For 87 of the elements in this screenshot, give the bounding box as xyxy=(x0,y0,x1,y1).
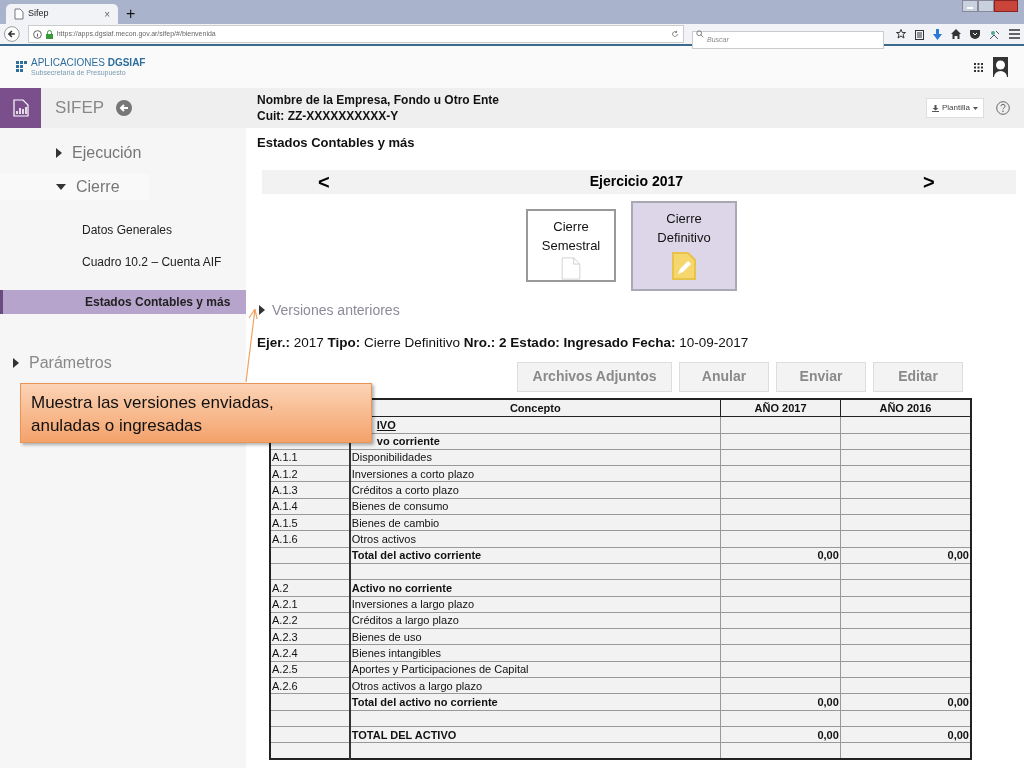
account-concept: Total del activo corriente xyxy=(351,549,482,562)
submenu-item[interactable]: Estados Contables y más xyxy=(0,290,246,314)
collapsed-caret-icon xyxy=(259,305,265,315)
closing-type-card[interactable]: Cierre Semestral xyxy=(526,208,616,282)
amount-value: 0,00 xyxy=(817,695,839,708)
year-label: Ejercicio 2017 xyxy=(589,172,684,191)
app-title: SIFEP xyxy=(55,97,105,120)
account-concept: Inversiones a corto plazo xyxy=(351,467,475,480)
entity-name: Nombre de la Empresa, Fondo u Otro Ente xyxy=(257,92,500,108)
account-concept: Otros activos xyxy=(351,532,416,545)
previous-year-button[interactable]: < xyxy=(318,171,330,192)
expanded-caret-icon xyxy=(56,183,66,191)
next-year-button[interactable]: > xyxy=(923,171,935,192)
account-concept: Créditos a largo plazo xyxy=(351,614,459,627)
account-concept: Bienes de cambio xyxy=(351,516,440,529)
document-icon xyxy=(560,256,582,280)
edit-document-icon xyxy=(671,250,697,281)
callout-note: Muestra las versiones enviadas, anuladas o ingresadas xyxy=(20,383,372,443)
new-tab-button[interactable]: + xyxy=(126,6,136,22)
account-concept: Bienes intangibles xyxy=(351,647,442,660)
versions-toggle[interactable]: Versiones anteriores xyxy=(259,299,1024,321)
report-chart-icon xyxy=(12,99,29,117)
account-concept: Disponibilidades xyxy=(351,451,432,464)
submenu-item[interactable]: Cuadro 10.2 – Cuenta AIF xyxy=(0,250,246,274)
closing-type-card[interactable]: Cierre Definitivo xyxy=(631,200,737,291)
back-icon[interactable] xyxy=(4,26,20,42)
page-icon xyxy=(14,8,24,20)
version-info: Ejer.: 2017 Tipo: Cierre Definitivo Nro.: 2 Estado: Ingresado Fecha: 10-09-2017 xyxy=(257,333,750,352)
user-avatar-icon[interactable] xyxy=(993,57,1008,77)
template-dropdown-button[interactable]: Plantilla xyxy=(926,98,984,118)
download-icon[interactable] xyxy=(933,28,942,40)
amount-value: 0,00 xyxy=(947,549,969,562)
account-concept: Bienes de consumo xyxy=(351,500,449,513)
account-concept: TOTAL DEL ACTIVO xyxy=(351,728,457,741)
entity-cuit: Cuit: ZZ-XXXXXXXXXX-Y xyxy=(257,108,400,124)
extension-icon[interactable] xyxy=(989,28,1000,40)
account-concept: Bienes de uso xyxy=(351,630,422,643)
reload-icon[interactable] xyxy=(671,30,679,38)
page-title: Estados Contables y más xyxy=(257,134,416,152)
menu-icon[interactable] xyxy=(1009,29,1020,39)
account-concept: Créditos a corto plazo xyxy=(351,484,459,497)
download-icon xyxy=(932,104,939,112)
browser-tab[interactable]: Sifep × xyxy=(6,4,118,24)
star-icon[interactable] xyxy=(896,29,906,39)
account-code: A.1.6 xyxy=(272,532,298,545)
lock-icon xyxy=(45,29,53,39)
amount-value: 0,00 xyxy=(817,549,839,562)
clipboard-icon[interactable] xyxy=(915,28,924,40)
account-concept: Aportes y Participaciones de Capital xyxy=(351,663,529,676)
home-icon[interactable] xyxy=(951,29,961,39)
amount-value: 0,00 xyxy=(947,695,969,708)
collapsed-caret-icon xyxy=(56,148,62,158)
account-code: A.2.2 xyxy=(272,614,298,627)
column-header: AÑO 2016 xyxy=(840,398,971,417)
column-header: AÑO 2017 xyxy=(720,398,841,417)
apps-grid-icon[interactable] xyxy=(974,62,983,72)
account-code: A.2.6 xyxy=(272,679,298,692)
help-icon[interactable] xyxy=(996,101,1010,115)
account-concept: Total del activo no corriente xyxy=(351,695,498,708)
amount-value: 0,00 xyxy=(947,728,969,741)
account-code: A.1.1 xyxy=(272,451,298,464)
submenu-item[interactable]: Datos Generales xyxy=(0,218,246,242)
grid-logo-icon xyxy=(16,61,28,73)
account-concept: vo corriente xyxy=(376,435,440,448)
close-tab-button[interactable]: × xyxy=(104,6,110,22)
menu-item[interactable]: Ejecución xyxy=(0,140,246,166)
account-code: A.2.3 xyxy=(272,630,298,643)
account-code: A.1.5 xyxy=(272,516,298,529)
account-code: A.1.4 xyxy=(272,500,298,513)
account-code: A.2.1 xyxy=(272,598,298,611)
shield-icon[interactable] xyxy=(970,29,980,39)
minimize-button[interactable] xyxy=(962,0,978,12)
account-concept: Otros activos a largo plazo xyxy=(351,679,483,692)
account-code: A.1.2 xyxy=(272,467,298,480)
info-icon xyxy=(32,29,42,39)
brand-title: APLICACIONES DGSIAF xyxy=(31,58,146,68)
amount-value: 0,00 xyxy=(817,728,839,741)
account-code: A.2.5 xyxy=(272,663,298,676)
account-code: A.1.3 xyxy=(272,484,298,497)
account-code: A.2.4 xyxy=(272,647,298,660)
account-concept: Activo no corriente xyxy=(351,581,453,594)
collapsed-caret-icon xyxy=(13,358,19,368)
account-concept: Inversiones a largo plazo xyxy=(351,598,475,611)
account-concept: IVO xyxy=(376,418,396,431)
search-icon xyxy=(696,30,704,38)
account-code: A.2 xyxy=(272,581,289,594)
caret-icon xyxy=(973,106,978,110)
